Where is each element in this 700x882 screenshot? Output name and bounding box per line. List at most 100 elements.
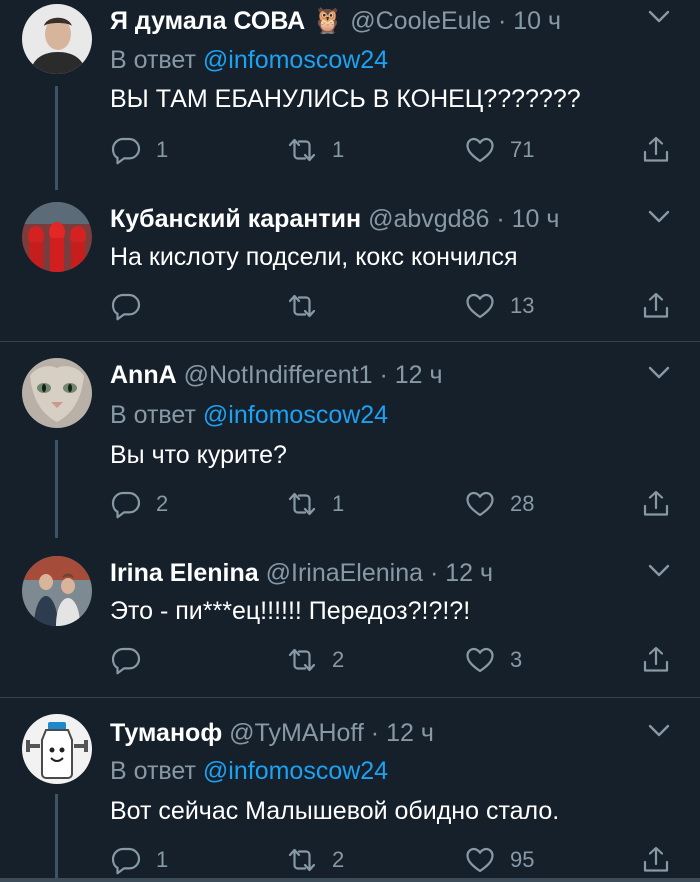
avatar[interactable]: [22, 714, 92, 784]
reply-icon: [110, 488, 142, 520]
handle[interactable]: @CooleEule: [350, 7, 491, 35]
reply-count: 1: [156, 847, 169, 872]
reply-button[interactable]: 2: [110, 484, 168, 524]
display-name[interactable]: AnnA: [110, 361, 177, 389]
chevron-down-icon[interactable]: [646, 364, 672, 382]
retweet-icon: [286, 844, 318, 876]
like-button[interactable]: 28: [464, 484, 534, 524]
tweet-text: На кислоту подсели, кокс кончился: [110, 243, 518, 271]
share-button[interactable]: [640, 640, 672, 680]
retweet-button[interactable]: 2: [286, 640, 344, 680]
timestamp[interactable]: 12 ч: [386, 719, 434, 747]
tweet-header: Кубанский карантин @abvgd86 · 10 ч: [110, 204, 559, 234]
display-name[interactable]: Я думала СОВА: [110, 7, 305, 35]
handle[interactable]: @abvgd86: [368, 205, 489, 233]
handle[interactable]: @IrinaElenina: [266, 559, 423, 587]
dot-separator: ·: [379, 361, 388, 389]
avatar[interactable]: [22, 556, 92, 626]
share-button[interactable]: [640, 286, 672, 326]
reply-to-link[interactable]: @infomoscow24: [203, 46, 388, 74]
like-icon: [464, 488, 496, 520]
timestamp[interactable]: 12 ч: [395, 361, 443, 389]
owl-emoji: 🦉: [312, 7, 344, 35]
share-button[interactable]: [640, 130, 672, 170]
timestamp[interactable]: 12 ч: [445, 559, 493, 587]
reply-context: В ответ @infomoscow24: [110, 756, 388, 786]
reply-button[interactable]: 1: [110, 130, 168, 170]
tweet-actions: 1 1 71: [0, 130, 700, 170]
bottom-bar: [0, 878, 700, 882]
tweet-1[interactable]: Я думала СОВА 🦉 @CooleEule · 10 ч В отве…: [0, 0, 700, 190]
retweet-button[interactable]: 1: [286, 130, 344, 170]
display-name[interactable]: Кубанский карантин: [110, 205, 361, 233]
retweet-count: 2: [332, 647, 345, 672]
like-count: 3: [510, 647, 523, 672]
handle[interactable]: @NotIndifferent1: [184, 361, 373, 389]
avatar[interactable]: [22, 358, 92, 428]
reply-to-link[interactable]: @infomoscow24: [203, 401, 388, 429]
like-button[interactable]: 71: [464, 130, 534, 170]
dot-separator: ·: [496, 205, 505, 233]
retweet-button[interactable]: 2: [286, 840, 344, 880]
reply-to-link[interactable]: @infomoscow24: [203, 757, 388, 785]
like-count: 13: [510, 293, 535, 318]
chevron-down-icon[interactable]: [646, 722, 672, 740]
reply-icon: [110, 134, 142, 166]
chevron-down-icon[interactable]: [646, 562, 672, 580]
share-icon: [640, 844, 672, 876]
display-name[interactable]: Irina Elenina: [110, 559, 259, 587]
like-icon: [464, 290, 496, 322]
handle[interactable]: @TyMAHoff: [229, 719, 364, 747]
reply-button[interactable]: [110, 640, 156, 680]
reply-button[interactable]: [110, 286, 156, 326]
tweet-5[interactable]: Туманоф @TyMAHoff · 12 ч В ответ @infomo…: [0, 698, 700, 878]
share-icon: [640, 488, 672, 520]
reply-icon: [110, 844, 142, 876]
tweet-text: Вы что курите?: [110, 441, 287, 469]
dot-separator: ·: [370, 719, 380, 747]
tweet-header: Туманоф @TyMAHoff · 12 ч: [110, 718, 434, 748]
like-icon: [464, 844, 496, 876]
tweet-text: Вот сейчас Малышевой обидно стало.: [110, 797, 560, 825]
reply-prefix: В ответ: [110, 757, 196, 785]
timestamp[interactable]: 10 ч: [513, 7, 561, 35]
share-button[interactable]: [640, 484, 672, 524]
retweet-icon: [286, 644, 318, 676]
like-icon: [464, 644, 496, 676]
tweet-actions: 2 3: [0, 640, 700, 680]
reply-button[interactable]: 1: [110, 840, 168, 880]
tweet-2[interactable]: Кубанский карантин @abvgd86 · 10 ч На ки…: [0, 190, 700, 340]
like-count: 95: [510, 847, 535, 872]
reply-prefix: В ответ: [110, 401, 196, 429]
share-button[interactable]: [640, 840, 672, 880]
retweet-button[interactable]: [286, 286, 332, 326]
retweet-button[interactable]: 1: [286, 484, 344, 524]
retweet-count: 1: [332, 137, 345, 162]
like-button[interactable]: 95: [464, 840, 534, 880]
retweet-count: 2: [332, 847, 345, 872]
retweet-icon: [286, 290, 318, 322]
reply-count: 1: [156, 137, 169, 162]
tweet-header: Irina Elenina @IrinaElenina · 12 ч: [110, 558, 493, 588]
like-count: 71: [510, 137, 535, 162]
like-button[interactable]: 13: [464, 286, 534, 326]
dot-separator: ·: [430, 559, 439, 587]
like-button[interactable]: 3: [464, 640, 522, 680]
reply-icon: [110, 644, 142, 676]
reply-count: 2: [156, 491, 169, 516]
avatar[interactable]: [22, 202, 92, 272]
timestamp[interactable]: 10 ч: [512, 205, 560, 233]
chevron-down-icon[interactable]: [646, 208, 672, 226]
tweet-header: AnnA @NotIndifferent1 · 12 ч: [110, 360, 443, 390]
share-icon: [640, 644, 672, 676]
tweet-header: Я думала СОВА 🦉 @CooleEule · 10 ч: [110, 6, 561, 36]
tweet-actions: 2 1 28: [0, 484, 700, 524]
avatar[interactable]: [22, 4, 92, 74]
retweet-icon: [286, 488, 318, 520]
chevron-down-icon[interactable]: [646, 8, 672, 26]
display-name[interactable]: Туманоф: [110, 719, 222, 747]
tweet-3[interactable]: AnnA @NotIndifferent1 · 12 ч В ответ @in…: [0, 342, 700, 538]
retweet-count: 1: [332, 491, 345, 516]
tweet-4[interactable]: Irina Elenina @IrinaElenina · 12 ч Это -…: [0, 538, 700, 696]
like-icon: [464, 134, 496, 166]
